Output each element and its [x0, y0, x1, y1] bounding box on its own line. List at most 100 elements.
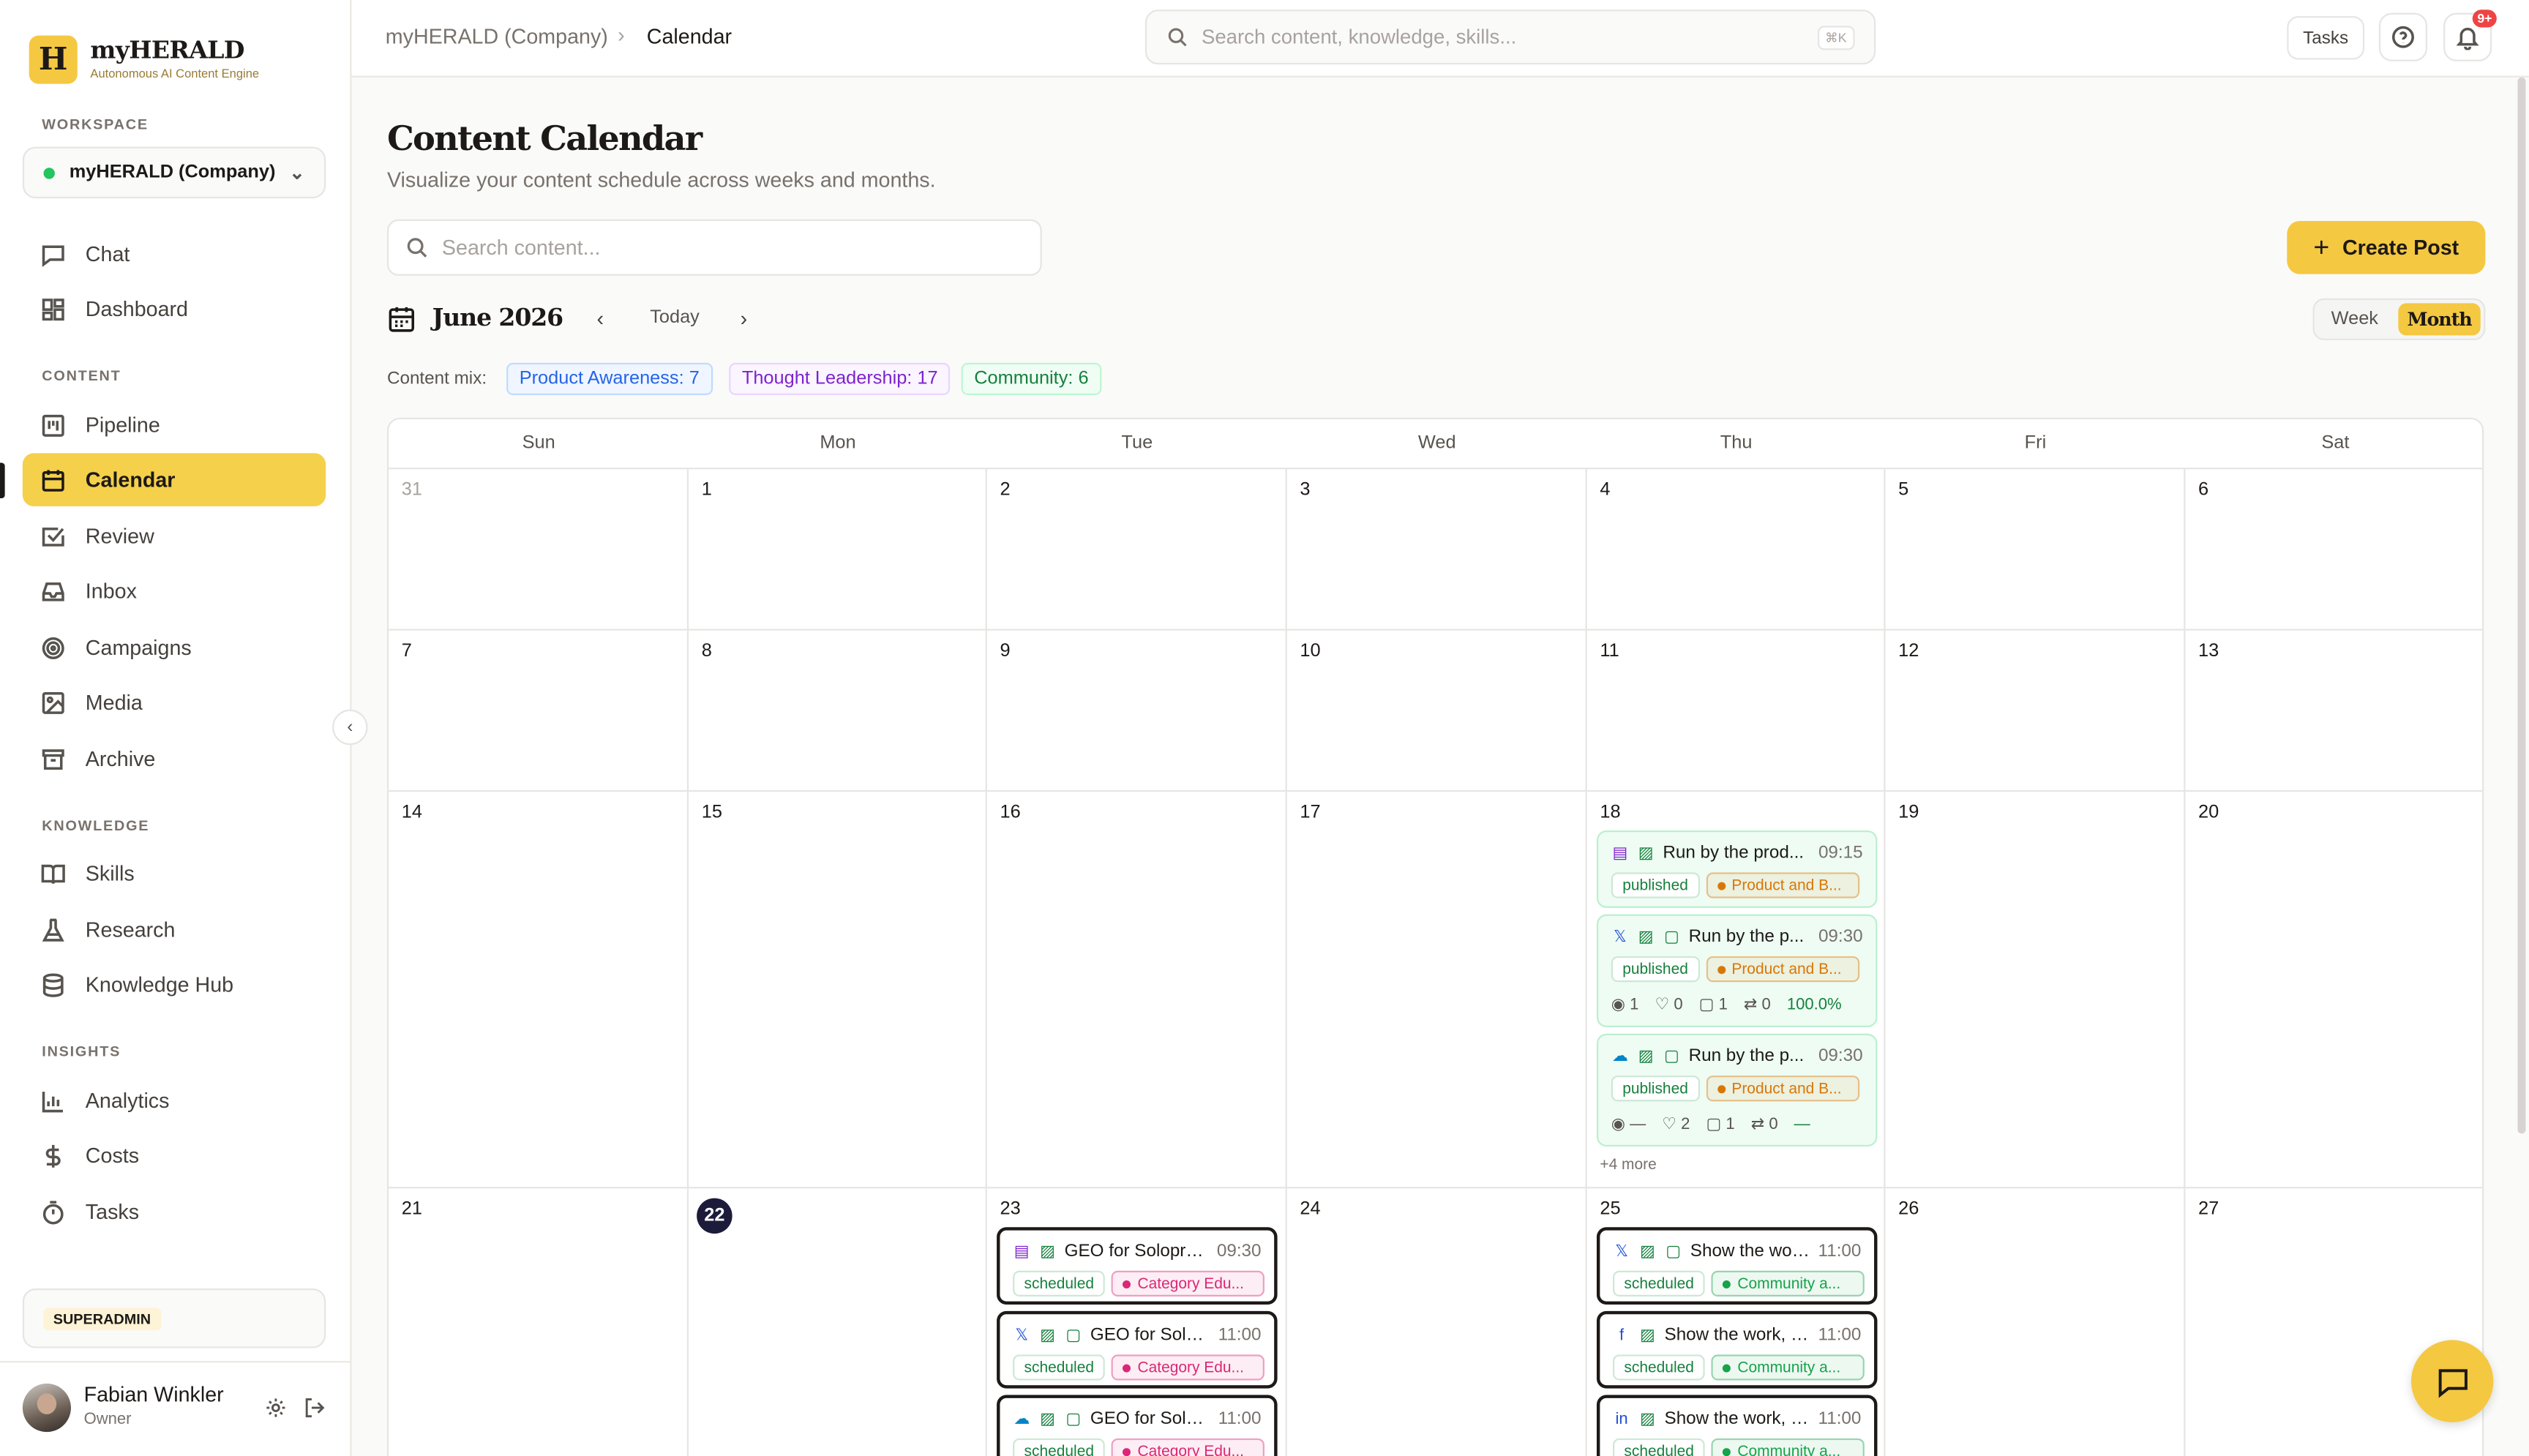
sidebar-item-campaigns[interactable]: Campaigns: [23, 621, 326, 675]
calendar-day-cell[interactable]: 23 ▤ ▨ GEO for Solopre... 09:30 scheduled Cate…: [987, 1188, 1287, 1456]
sidebar-item-review[interactable]: Review: [23, 509, 326, 563]
calendar-day-cell[interactable]: 26: [1885, 1188, 2186, 1456]
post-header: ☁ ▨ ▢ Run by the p... 09:30: [1611, 1046, 1863, 1065]
sidebar-item-chat[interactable]: Chat: [23, 228, 326, 281]
post-card[interactable]: in ▨ Show the work, d... 11:00 scheduled Comm…: [1596, 1395, 1878, 1456]
post-card[interactable]: ☁ ▨ ▢ GEO for Solop... 11:00 scheduled Categor…: [997, 1395, 1278, 1456]
day-number: 27: [2198, 1199, 2219, 1220]
previous-month-button[interactable]: ‹: [596, 307, 604, 331]
content-search-input[interactable]: Search content...: [386, 219, 1042, 276]
post-card[interactable]: 𝕏 ▨ ▢ GEO for Solop... 11:00 scheduled Categor…: [997, 1310, 1278, 1389]
engagement-rate: 100.0%: [1786, 997, 1842, 1015]
calendar-day-cell[interactable]: 2: [986, 469, 1287, 631]
avatar[interactable]: [22, 1384, 71, 1433]
day-number: 2: [1000, 480, 1011, 500]
calendar-day-cell[interactable]: 8: [689, 630, 987, 792]
sidebar-item-dashboard[interactable]: Dashboard: [23, 282, 326, 336]
calendar-day-cell[interactable]: 1: [689, 469, 987, 631]
calendar-day-cell[interactable]: 13: [2185, 631, 2482, 792]
post-card[interactable]: 𝕏 ▨ ▢ Run by the p... 09:30 published Product …: [1596, 914, 1878, 1027]
active-indicator: [0, 462, 5, 499]
day-number: 18: [1600, 803, 1621, 823]
content-mix-chip-community[interactable]: Community: 6: [961, 362, 1102, 395]
calendar-day-cell[interactable]: 6: [2185, 469, 2482, 631]
content-mix-chip-product-awareness[interactable]: Product Awareness: 7: [506, 362, 713, 395]
create-post-label: Create Post: [2342, 235, 2459, 260]
sidebar-item-knowledge-hub[interactable]: Knowledge Hub: [23, 958, 326, 1011]
chat-fab-button[interactable]: [2410, 1340, 2494, 1422]
status-badge: scheduled: [1613, 1270, 1706, 1297]
post-time: 11:00: [1818, 1242, 1862, 1261]
category-dot: [1123, 1363, 1131, 1372]
breadcrumb-workspace[interactable]: myHERALD (Company): [386, 24, 608, 48]
week-view-button[interactable]: Week: [2319, 303, 2390, 335]
sidebar-item-costs[interactable]: Costs: [23, 1129, 326, 1182]
calendar-day-cell[interactable]: 18 ▤ ▨ Run by the prod... 09:15 published Prod…: [1586, 792, 1886, 1189]
calendar-day-cell[interactable]: 10: [1286, 630, 1587, 792]
post-tags: published Product and B...: [1611, 872, 1866, 898]
sidebar-item-analytics[interactable]: Analytics: [23, 1074, 326, 1127]
calendar-day-cell[interactable]: 24: [1287, 1188, 1587, 1456]
post-title: Show the wor...: [1690, 1242, 1810, 1261]
calendar-day-cell[interactable]: 14: [389, 792, 689, 1189]
content-mix-chip-thought-leadership[interactable]: Thought Leadership: 17: [729, 362, 951, 395]
calendar-day-cell[interactable]: 20: [2185, 792, 2482, 1189]
stat-item: ◉ 1: [1611, 997, 1639, 1014]
sidebar-item-media[interactable]: Media: [23, 675, 326, 729]
calendar-day-cell[interactable]: 12: [1885, 630, 2186, 792]
post-card[interactable]: f ▨ Show the work, d... 11:00 scheduled Commu…: [1596, 1310, 1878, 1389]
logout-icon[interactable]: [303, 1397, 326, 1419]
sidebar-item-archive[interactable]: Archive: [23, 732, 326, 786]
facebook-icon: f: [1619, 1326, 1625, 1345]
workspace-section-label: WORKSPACE: [42, 116, 149, 132]
post-card[interactable]: ☁ ▨ ▢ Run by the p... 09:30 published Product …: [1596, 1033, 1878, 1147]
create-post-button[interactable]: + Create Post: [2287, 220, 2486, 274]
calendar-day-cell[interactable]: 5: [1885, 469, 2186, 631]
month-view-button[interactable]: Month: [2398, 303, 2481, 336]
flask-icon: [42, 917, 64, 941]
calendar-day-cell[interactable]: 21: [389, 1188, 689, 1456]
calendar-day-cell[interactable]: 15: [689, 792, 987, 1189]
more-posts-link[interactable]: +4 more: [1600, 1156, 1656, 1174]
content-section-label: CONTENT: [42, 367, 121, 384]
calendar-day-cell[interactable]: 17: [1286, 792, 1587, 1189]
calendar-day-cell[interactable]: 19: [1885, 792, 2186, 1189]
post-card[interactable]: 𝕏 ▨ ▢ Show the wor... 11:00 scheduled Communit…: [1596, 1227, 1878, 1305]
sidebar-item-skills[interactable]: Skills: [23, 847, 326, 900]
sidebar-item-pipeline[interactable]: Pipeline: [23, 398, 326, 451]
collapse-sidebar-button[interactable]: ‹: [332, 709, 368, 746]
stat-value: 1: [1630, 997, 1639, 1015]
post-header: f ▨ Show the work, d... 11:00: [1613, 1326, 1861, 1345]
calendar-day-cell[interactable]: 4: [1586, 469, 1886, 631]
category-dot: [1123, 1279, 1131, 1288]
category-badge: Community a...: [1712, 1270, 1865, 1297]
gear-icon[interactable]: [264, 1397, 287, 1419]
calendar-day-cell[interactable]: 11: [1586, 630, 1886, 792]
post-card[interactable]: ▤ ▨ GEO for Solopre... 09:30 scheduled Catego…: [997, 1227, 1278, 1305]
post-card[interactable]: ▤ ▨ Run by the prod... 09:15 published Produc…: [1596, 830, 1878, 908]
global-search-input[interactable]: Search content, knowledge, skills... ⌘K: [1144, 10, 1876, 65]
calendar-day-cell[interactable]: 25 𝕏 ▨ ▢ Show the wor... 11:00 scheduled Commun…: [1587, 1188, 1886, 1456]
calendar-day-cell[interactable]: 22: [689, 1188, 987, 1456]
stat-item: ◉ —: [1611, 1116, 1646, 1133]
day-number: 11: [1600, 642, 1619, 661]
scrollbar[interactable]: [2517, 77, 2526, 1134]
today-button[interactable]: Today: [650, 308, 700, 327]
calendar-day-cell[interactable]: 9: [986, 630, 1287, 792]
calendar-day-cell[interactable]: 7: [389, 630, 689, 792]
sidebar-item-tasks[interactable]: Tasks: [23, 1185, 326, 1239]
help-button[interactable]: [2378, 12, 2428, 61]
workspace-select[interactable]: myHERALD (Company) ⌄: [22, 146, 326, 199]
sidebar-item-calendar[interactable]: Calendar: [22, 453, 326, 507]
next-month-button[interactable]: ›: [741, 307, 748, 331]
sidebar-item-inbox[interactable]: Inbox: [23, 564, 326, 618]
eye-icon: ◉: [1611, 1116, 1630, 1134]
sidebar-item-research[interactable]: Research: [23, 903, 326, 956]
status-badge: scheduled: [1013, 1438, 1106, 1456]
calendar-day-cell[interactable]: 31: [389, 469, 689, 631]
post-title: Show the work, d...: [1664, 1409, 1810, 1429]
calendar-day-cell[interactable]: 16: [986, 792, 1287, 1189]
tasks-button[interactable]: Tasks: [2287, 16, 2365, 60]
calendar-day-cell[interactable]: 3: [1286, 469, 1587, 631]
brand-logo[interactable]: H: [29, 35, 78, 84]
